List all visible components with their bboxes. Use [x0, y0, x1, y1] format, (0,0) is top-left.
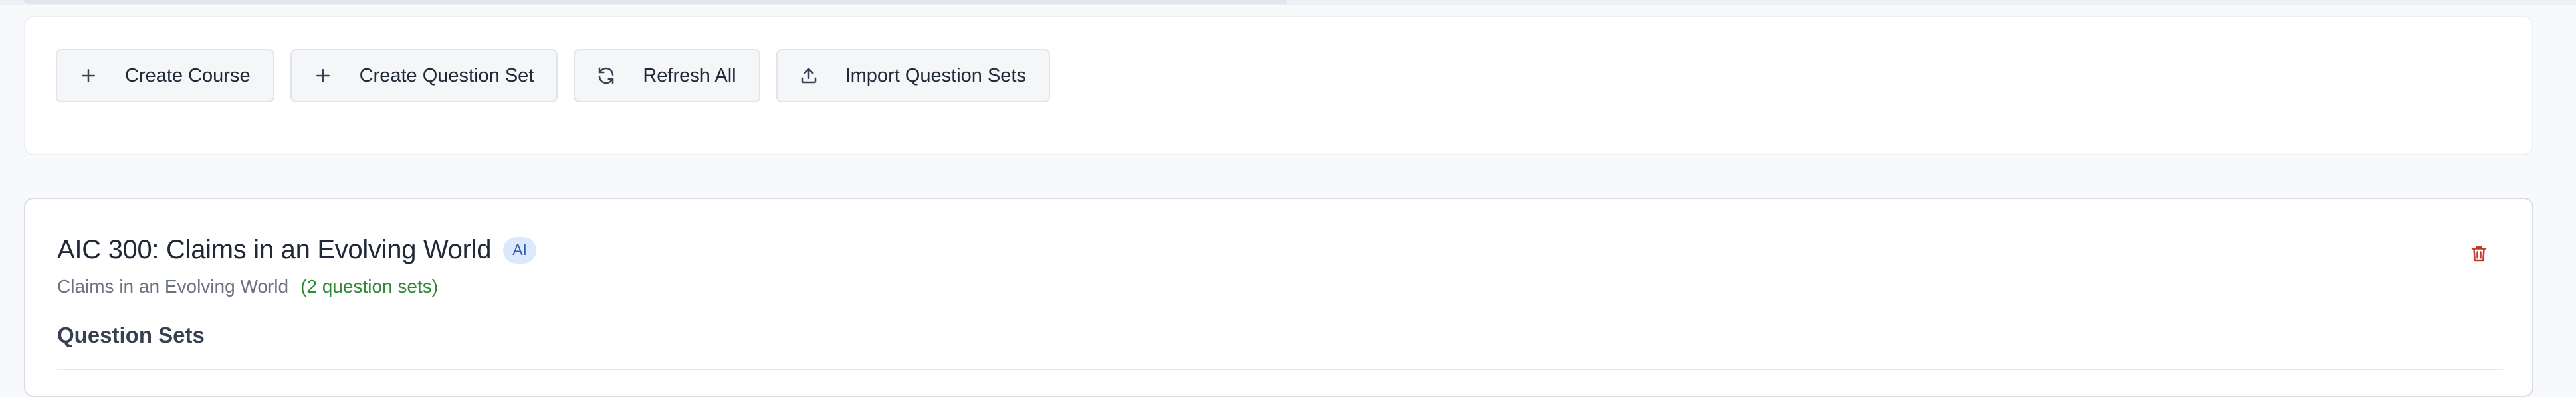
create-course-button[interactable]: Create Course — [56, 49, 274, 102]
top-scroll-strip — [0, 0, 2576, 5]
refresh-icon — [595, 64, 617, 87]
section-divider — [57, 369, 2503, 370]
plus-icon — [312, 64, 334, 87]
ai-badge: AI — [503, 236, 536, 264]
toolbar-card: Create Course Create Question Set Refres… — [24, 16, 2533, 155]
create-question-set-button[interactable]: Create Question Set — [290, 49, 558, 102]
course-subtitle-row: Claims in an Evolving World (2 question … — [57, 276, 438, 297]
course-card: AIC 300: Claims in an Evolving World AI … — [24, 198, 2533, 397]
delete-course-button[interactable] — [2466, 240, 2492, 267]
top-progress-bar — [24, 0, 1287, 4]
refresh-all-button[interactable]: Refresh All — [574, 49, 760, 102]
create-course-label: Create Course — [125, 64, 251, 86]
import-question-sets-label: Import Question Sets — [845, 64, 1026, 86]
upload-icon — [798, 64, 820, 87]
refresh-all-label: Refresh All — [643, 64, 736, 86]
course-description: Claims in an Evolving World — [57, 276, 289, 297]
question-set-count: (2 question sets) — [300, 276, 439, 297]
create-question-set-label: Create Question Set — [359, 64, 534, 86]
course-title-row: AIC 300: Claims in an Evolving World AI — [57, 235, 536, 265]
trash-icon — [2471, 246, 2487, 262]
plus-icon — [77, 64, 100, 87]
course-title: AIC 300: Claims in an Evolving World — [57, 235, 492, 264]
toolbar: Create Course Create Question Set Refres… — [56, 49, 1050, 102]
import-question-sets-button[interactable]: Import Question Sets — [776, 49, 1050, 102]
question-sets-heading: Question Sets — [57, 323, 205, 347]
